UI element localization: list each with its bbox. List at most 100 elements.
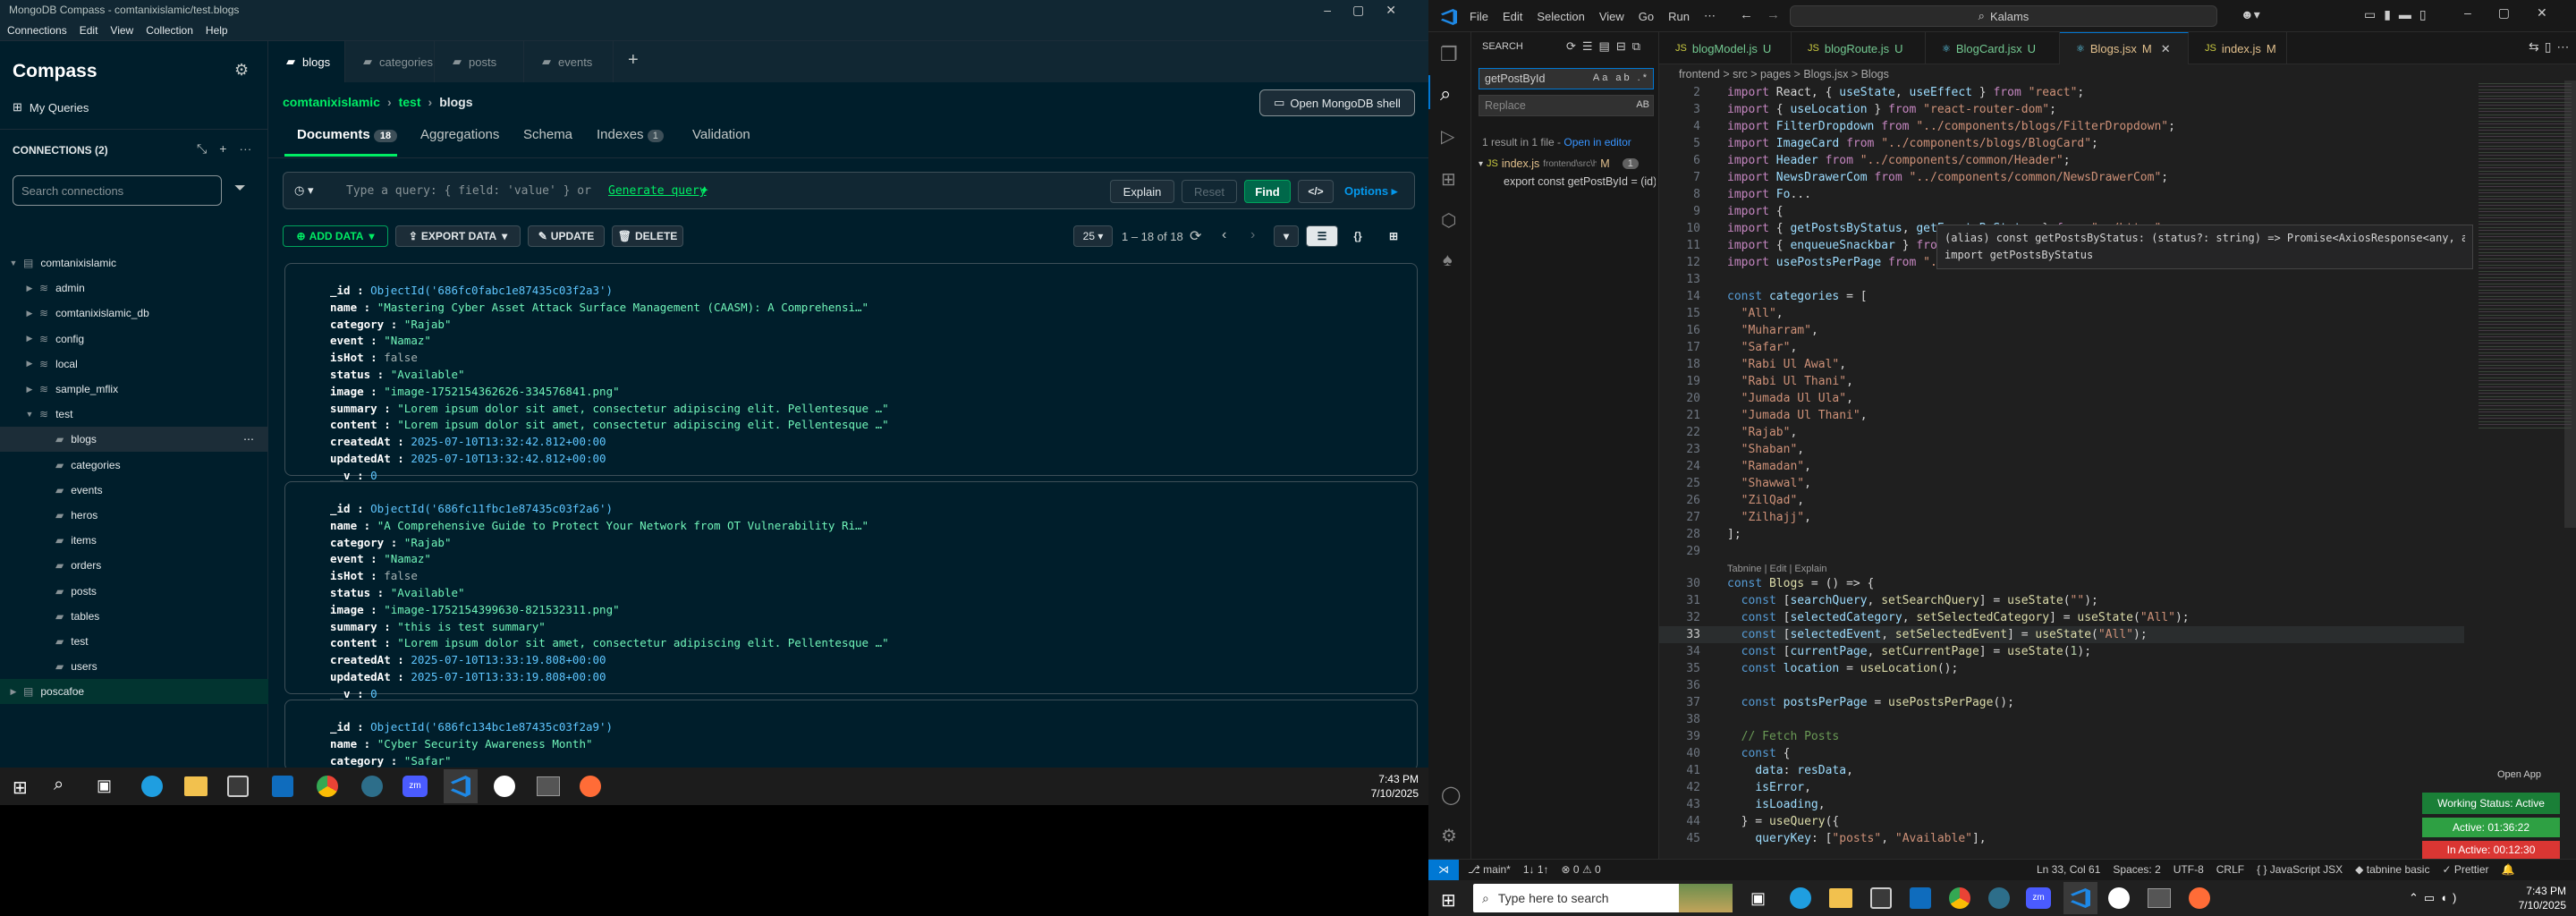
windows-start-icon[interactable]: ⊞ xyxy=(13,776,28,799)
outlook-icon[interactable] xyxy=(1910,887,1931,909)
menu-file[interactable]: File xyxy=(1470,10,1488,23)
menu-run[interactable]: Run xyxy=(1668,10,1690,23)
result-match-row[interactable]: export const getPostById = (id) =>... xyxy=(1504,175,1656,193)
generate-query-link[interactable]: Generate query xyxy=(608,184,707,198)
find-button[interactable]: Find xyxy=(1244,180,1291,203)
editor-tab[interactable]: ⚛ Blogs.jsx M ✕ xyxy=(2060,32,2189,64)
outlook-icon[interactable] xyxy=(272,776,293,797)
problems-item[interactable]: ⊗ 0 ⚠ 0 xyxy=(1562,863,1601,876)
new-tab-button[interactable]: + xyxy=(628,50,639,71)
layout-icons[interactable]: ▭▮▬▯ xyxy=(2364,7,2435,22)
tab-posts[interactable]: ▰ posts xyxy=(435,41,524,82)
tree-item[interactable]: ▰ test xyxy=(0,629,268,654)
chevron-down-icon[interactable]: ▼ xyxy=(23,410,36,419)
chevron-right-icon[interactable]: ▶ xyxy=(23,359,36,369)
extensions-icon[interactable]: ⊞ xyxy=(1441,168,1456,191)
github-icon[interactable] xyxy=(494,776,515,797)
vscode-taskbar-active[interactable] xyxy=(2063,882,2097,914)
tree-item[interactable]: ▰ orders xyxy=(0,553,268,578)
subtab-schema[interactable]: Schema xyxy=(523,127,572,142)
copilot-icon[interactable]: ☻▾ xyxy=(2241,7,2260,22)
tree-item[interactable]: ▶ ▤ poscafoe xyxy=(0,679,268,705)
chevron-right-icon[interactable]: ▶ xyxy=(23,334,36,344)
list-view-icon[interactable]: ☰ xyxy=(1306,225,1338,247)
connection-actions[interactable]: ⤡+⋯ xyxy=(197,141,264,157)
explain-button[interactable]: Explain xyxy=(1110,180,1174,203)
code-editor[interactable]: 2 import React, { useState, useEffect } f… xyxy=(1659,84,2509,859)
scrollbar[interactable] xyxy=(2564,81,2576,528)
subtab-indexes[interactable]: Indexes 1 xyxy=(597,127,664,142)
postman-icon[interactable] xyxy=(580,776,601,797)
reset-button[interactable]: Reset xyxy=(1182,180,1237,203)
filter-icon[interactable]: ⏷ xyxy=(234,181,246,197)
gear-icon[interactable]: ⚙ xyxy=(234,61,249,80)
menu-selection[interactable]: Selection xyxy=(1537,10,1584,23)
add-data-button[interactable]: ⊕ ADD DATA ▾ xyxy=(283,225,388,247)
explorer-icon[interactable]: ❐ xyxy=(1440,43,1458,66)
document-card[interactable]: _id : ObjectId('686fc11fbc1e87435c03f2a6… xyxy=(284,481,1418,700)
cursor-position[interactable]: Ln 33, Col 61 xyxy=(2037,863,2100,876)
history-icon[interactable]: ◷ ▾ xyxy=(294,183,313,198)
menu-more[interactable]: ⋯ xyxy=(1704,9,1716,23)
tree-item[interactable]: ▰ blogs ⋯ xyxy=(0,427,268,453)
task-view-icon[interactable]: ▣ xyxy=(97,776,112,795)
tab-categories[interactable]: ▰ categories xyxy=(345,41,435,82)
menu-view[interactable]: View xyxy=(1599,10,1624,23)
tree-item[interactable]: ▼ ≋ test xyxy=(0,402,268,427)
tree-item[interactable]: ▰ items xyxy=(0,528,268,553)
command-center[interactable]: ⌕ Kalams xyxy=(1790,5,2217,27)
subtab-validation[interactable]: Validation xyxy=(692,127,750,142)
chevron-right-icon[interactable]: ▶ xyxy=(23,385,36,394)
editor-tab[interactable]: JS index.js M xyxy=(2189,32,2287,64)
clock[interactable]: 7:43 PM 7/10/2025 xyxy=(2484,884,2566,912)
file-explorer-icon[interactable] xyxy=(184,776,208,796)
editor-tab[interactable]: JS blogRoute.js U xyxy=(1792,32,1926,64)
windows-start-icon[interactable]: ⊞ xyxy=(1441,889,1456,912)
taskbar-search-box[interactable]: ⌕ Type here to search xyxy=(1473,884,1733,912)
update-button[interactable]: ✎ UPDATE xyxy=(528,225,605,247)
chevron-right-icon[interactable]: ▶ xyxy=(23,309,36,318)
language-mode[interactable]: { } JavaScript JSX xyxy=(2257,863,2343,876)
tree-item[interactable]: ▼ ▤ comtanixislamic xyxy=(0,250,268,276)
document-card[interactable]: _id : ObjectId('686fc134bc1e87435c03f2a9… xyxy=(284,700,1418,784)
tabnine-item[interactable]: ◆ tabnine basic xyxy=(2355,863,2429,876)
account-icon[interactable]: ◯ xyxy=(1441,784,1461,806)
options-toggle[interactable]: Options ▸ xyxy=(1344,184,1397,199)
chevron-right-icon[interactable]: ▶ xyxy=(7,687,20,697)
branch-item[interactable]: ⎇ main* xyxy=(1468,863,1511,876)
file-explorer-icon[interactable] xyxy=(1829,888,1852,908)
search-icon[interactable]: ⌕ xyxy=(54,775,64,795)
replace-input[interactable]: Replace AB xyxy=(1479,95,1654,116)
indentation[interactable]: Spaces: 2 xyxy=(2113,863,2160,876)
system-tray-icons[interactable]: ⌃▭◖) xyxy=(2409,891,2462,905)
editor-breadcrumb[interactable]: frontend > src > pages > Blogs.jsx > Blo… xyxy=(1659,64,2576,84)
notifications-icon[interactable]: 🔔 xyxy=(2502,863,2515,876)
tree-item[interactable]: ▶ ≋ config xyxy=(0,327,268,352)
tree-item[interactable]: ▶ ≋ local xyxy=(0,352,268,377)
search-input[interactable]: getPostById Aa ab .* xyxy=(1479,68,1654,89)
window-controls[interactable]: –▢✕ xyxy=(1324,3,1418,18)
menu-go[interactable]: Go xyxy=(1639,10,1654,23)
search-connections-input[interactable]: Search connections xyxy=(13,175,222,206)
open-app-link[interactable]: Open App xyxy=(2497,769,2541,780)
menu-view[interactable]: View xyxy=(110,24,133,37)
run-debug-icon[interactable]: ▷ xyxy=(1441,125,1454,148)
tree-item[interactable]: ▶ ≋ comtanixislamic_db xyxy=(0,301,268,326)
tree-item[interactable]: ▰ tables xyxy=(0,604,268,629)
editor-tab[interactable]: ⚛ BlogCard.jsx U xyxy=(1926,32,2060,64)
tree-item[interactable]: ▰ events xyxy=(0,478,268,503)
chevron-down-icon[interactable]: ▼ xyxy=(7,259,20,267)
tree-item[interactable]: ▶ ≋ admin xyxy=(0,276,268,301)
preserve-case-icon[interactable]: AB xyxy=(1636,99,1649,110)
tree-item[interactable]: ▰ users xyxy=(0,654,268,679)
view-dropdown[interactable]: ▾ xyxy=(1274,225,1299,247)
store-icon[interactable] xyxy=(1870,887,1892,909)
vscode-taskbar-active[interactable] xyxy=(444,769,478,803)
task-view-icon[interactable]: ▣ xyxy=(1750,889,1766,908)
edge-icon[interactable] xyxy=(141,776,163,797)
code-icon[interactable]: </> xyxy=(1298,180,1334,203)
chrome-icon[interactable] xyxy=(317,776,338,797)
menu-connections[interactable]: Connections xyxy=(7,24,67,37)
sync-item[interactable]: 1↓ 1↑ xyxy=(1523,863,1549,876)
nav-back-icon[interactable]: ← xyxy=(1740,7,1753,22)
